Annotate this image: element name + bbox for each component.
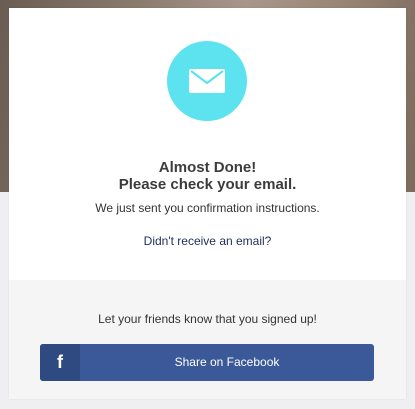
envelope-icon — [167, 41, 247, 121]
share-on-facebook-label: Share on Facebook — [174, 355, 280, 369]
share-on-facebook-button[interactable]: f Share on Facebook — [40, 344, 374, 381]
share-section: Let your friends know that you signed up… — [9, 280, 406, 399]
signup-confirmation-modal: Almost Done! Please check your email. We… — [9, 8, 406, 399]
share-prompt: Let your friends know that you signed up… — [98, 312, 317, 326]
confirmation-heading: Almost Done! Please check your email. — [9, 159, 406, 193]
heading-line-2: Please check your email. — [118, 176, 297, 193]
confirmation-section: Almost Done! Please check your email. We… — [9, 8, 406, 280]
resend-email-link[interactable]: Didn't receive an email? — [9, 234, 406, 248]
facebook-icon: f — [40, 344, 80, 381]
heading-line-1: Almost Done! — [158, 159, 257, 176]
confirmation-message: We just sent you confirmation instructio… — [95, 201, 320, 215]
